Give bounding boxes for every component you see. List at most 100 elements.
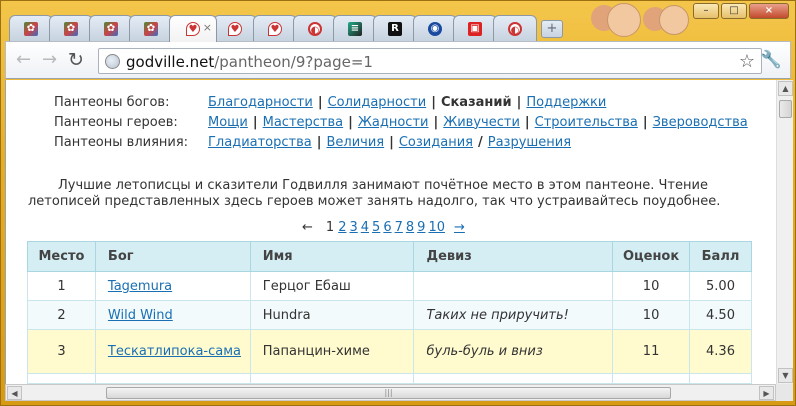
scroll-left-icon[interactable]: ◀ (7, 386, 22, 400)
pantheon-link[interactable]: Звероводства (653, 115, 748, 130)
wrench-menu-icon[interactable]: 🔧 (761, 50, 782, 70)
browser-tab[interactable]: ✿ (129, 15, 173, 41)
current-pantheon: Сказаний (440, 94, 512, 110)
col-name: Имя (249, 241, 415, 272)
browser-tab[interactable]: ✿ (9, 15, 53, 41)
close-window-button[interactable]: × (749, 3, 789, 19)
url-path: /pantheon/9?page=1 (214, 53, 373, 71)
page-link[interactable]: 3 (349, 220, 357, 235)
horizontal-scroll-thumb[interactable]: ||| (106, 387, 671, 399)
reload-icon[interactable]: ↻ (68, 50, 84, 70)
page-link[interactable]: 2 (338, 220, 346, 235)
red-circle-icon: ◐ (308, 21, 322, 36)
pantheon-menu: Пантеоны богов: Благодарности | Солидарност… (54, 92, 748, 152)
menu-row: Пантеоны героев: Мощи | Мастерства | Жадности… (54, 112, 748, 132)
pantheon-link[interactable]: Жадности (358, 115, 429, 130)
pantheon-link[interactable]: Живучести (443, 115, 520, 130)
cell-ratings: 10 (612, 271, 691, 301)
pagination: ← 1 2 3 4 5 6 7 8 9 10 → (302, 220, 468, 235)
page-link[interactable]: 5 (372, 220, 380, 235)
heart-shield-icon: ♥ (268, 21, 282, 36)
browser-window: – □ × ✿ ✿ ✿ ✿ ♥ × ♥ ♥ ◐ ≡ R ◉ ▣ ◐ + ← → ↻ godville.net… (0, 0, 796, 406)
cell-empty (413, 373, 614, 384)
address-bar[interactable]: godville.net/pantheon/9?page=1 ☆ (98, 48, 762, 74)
pantheon-table: Место Бог Имя Девиз Оценок Балл 1 Tagemur… (27, 241, 752, 384)
browser-tab[interactable]: ♥ (253, 15, 297, 41)
browser-tab[interactable]: ▣ (453, 15, 497, 41)
browser-tab[interactable]: ◉ (413, 15, 457, 41)
url-host: godville.net (126, 53, 215, 71)
table-header-row: Место Бог Имя Девиз Оценок Балл (27, 241, 752, 272)
page-link[interactable]: 10 (428, 220, 445, 235)
cell-ratings: 10 (612, 300, 691, 330)
menu-row-label: Пантеоны героев: (54, 114, 178, 130)
browser-tab[interactable]: ♥ (213, 15, 257, 41)
scroll-up-icon[interactable]: ▲ (778, 81, 793, 96)
cell-empty (94, 373, 251, 384)
theme-decoration (573, 1, 703, 41)
god-link[interactable]: Тескатлипока-сама (108, 344, 241, 359)
page-link[interactable]: 6 (383, 220, 391, 235)
forward-arrow-icon[interactable]: → (42, 50, 57, 70)
current-page: 1 (325, 220, 335, 235)
pantheon-link[interactable]: Мощи (208, 115, 248, 130)
horizontal-scrollbar[interactable]: ◀ ||| ▶ (5, 384, 776, 401)
pantheon-link[interactable]: Солидарности (328, 95, 427, 110)
browser-tab[interactable]: ♥ × (169, 15, 217, 42)
god-link[interactable]: Tagemura (108, 279, 172, 294)
menu-separator: | (316, 134, 322, 150)
bookmark-star-icon[interactable]: ☆ (739, 51, 755, 72)
browser-tab[interactable]: ◐ (493, 15, 537, 41)
prev-page-arrow: ← (302, 220, 313, 235)
pantheon-link[interactable]: Строительства (535, 115, 638, 130)
scroll-down-icon[interactable]: ▼ (778, 368, 793, 383)
pantheon-link[interactable]: Поддержки (526, 95, 606, 110)
blue-circle-icon: ◉ (428, 21, 442, 36)
cell-name: Hundra (249, 300, 415, 330)
browser-tab[interactable]: ✿ (89, 15, 133, 41)
vertical-scrollbar[interactable]: ▲ ▼ (776, 80, 793, 384)
col-motto: Девиз (413, 241, 614, 272)
menu-row: Пантеоны влияния: Гладиаторства | Величия | С… (54, 132, 748, 152)
scroll-right-icon[interactable]: ▶ (759, 386, 774, 400)
pantheon-link[interactable]: Гладиаторства (208, 135, 312, 150)
browser-tab[interactable]: ≡ (333, 15, 377, 41)
cell-ratings: 11 (612, 329, 691, 374)
url-text[interactable]: godville.net/pantheon/9?page=1 (126, 53, 373, 71)
window-controls: – □ × (693, 3, 789, 19)
god-link[interactable]: Wild Wind (108, 308, 173, 323)
pantheon-link[interactable]: Мастерства (263, 115, 344, 130)
pantheon-link[interactable]: Благодарности (208, 95, 313, 110)
page-link[interactable]: 4 (361, 220, 369, 235)
godville-icon: ✿ (104, 21, 118, 36)
maximize-button[interactable]: □ (721, 3, 747, 19)
table-row: 1 Tagemura Герцог Ебаш 10 5.00 (27, 271, 752, 301)
page-link[interactable]: 8 (406, 220, 414, 235)
table-row: 2 Wild Wind Hundra Таких не приручить! 10 4.5… (27, 300, 752, 330)
r-icon: R (388, 21, 402, 36)
stripe-icon: ≡ (348, 21, 362, 36)
godville-icon: ✿ (144, 21, 158, 36)
vertical-scroll-thumb[interactable] (779, 100, 792, 118)
page-link[interactable]: 7 (395, 220, 403, 235)
browser-tab[interactable]: ◐ (293, 15, 337, 41)
new-tab-button[interactable]: + (541, 20, 563, 38)
col-place: Место (27, 241, 96, 272)
browser-tab[interactable]: ✿ (49, 15, 93, 41)
cell-empty (612, 373, 691, 384)
next-page-link[interactable]: → (454, 220, 465, 235)
browser-tab[interactable]: R (373, 15, 417, 41)
minimize-button[interactable]: – (693, 3, 719, 19)
back-arrow-icon[interactable]: ← (16, 50, 31, 70)
cell-empty (249, 373, 415, 384)
table-row-partial (27, 373, 752, 384)
close-tab-icon[interactable]: × (203, 21, 212, 34)
menu-row: Пантеоны богов: Благодарности | Солидарност… (54, 92, 748, 112)
cell-score: 4.36 (689, 329, 752, 374)
pantheon-link[interactable]: Величия (326, 135, 384, 150)
page-link[interactable]: 9 (417, 220, 425, 235)
pantheon-link[interactable]: Разрушения (488, 135, 571, 150)
cell-god: Tagemura (94, 271, 251, 301)
col-ratings: Оценок (612, 241, 691, 272)
pantheon-link[interactable]: Созидания (399, 135, 473, 150)
